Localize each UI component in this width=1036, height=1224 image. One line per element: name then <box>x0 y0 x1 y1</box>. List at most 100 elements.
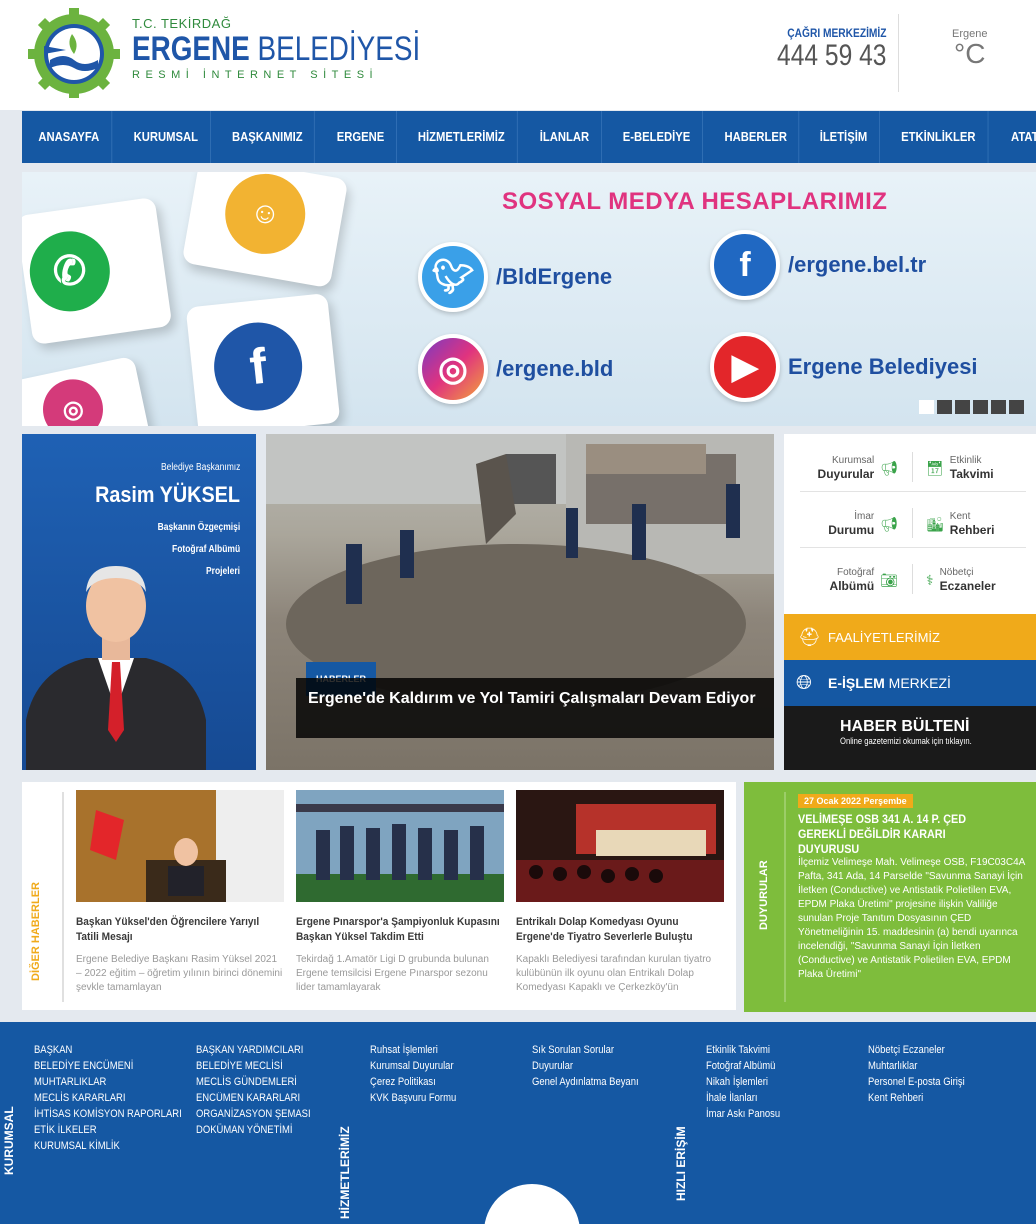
footer-link[interactable]: BELEDİYE MECLİSİ <box>196 1058 311 1074</box>
footer-link[interactable]: MECLİS GÜNDEMLERİ <box>196 1074 311 1090</box>
quick-link[interactable]: Fotoğraf Albümü 📷︎ <box>800 562 904 598</box>
whatsapp-icon: ✆ <box>24 226 115 317</box>
footer-link[interactable]: İHTİSAS KOMİSYON RAPORLARI <box>34 1106 182 1122</box>
call-center: ÇAĞRI MERKEZİMİZ 444 59 43 <box>753 26 886 72</box>
site-header: T.C. TEKİRDAĞ ERGENE BELEDİYESİ RESMİ İN… <box>0 0 1036 110</box>
footer-link[interactable]: Fotoğraf Albümü <box>706 1058 780 1074</box>
footer-link[interactable]: Çerez Politikası <box>370 1074 456 1090</box>
footer-link[interactable]: BAŞKAN <box>34 1042 182 1058</box>
featured-news[interactable]: HABERLER Ergene'de Kaldırım ve Yol Tamir… <box>266 434 774 770</box>
megaphone-icon: 📢︎ <box>880 459 898 476</box>
mayor-panel: Belediye Başkanımız Rasim YÜKSEL Başkanı… <box>22 434 256 770</box>
nav-item[interactable]: İLANLAR <box>528 111 602 163</box>
activities-button[interactable]: ⛑ FAALİYETLERİMİZ <box>784 614 1036 660</box>
featured-news-caption[interactable]: Ergene'de Kaldırım ve Yol Tamiri Çalışma… <box>296 678 774 738</box>
quick-link-bottom: Takvimi <box>949 467 994 481</box>
footer-link[interactable]: İmar Askı Panosu <box>706 1106 780 1122</box>
e-services-label-light: MERKEZİ <box>888 675 951 691</box>
news-card[interactable]: Entrikalı Dolap Komedyası Oyunu Ergene'd… <box>516 790 724 995</box>
nav-item[interactable]: ATATÜRK EVİ <box>999 111 1036 163</box>
news-card-title[interactable]: Ergene Pınarspor'a Şampiyonluk Kupasını … <box>296 915 503 949</box>
newsletter-title: HABER BÜLTENİ <box>840 718 970 735</box>
news-card-summary: Kapaklı Belediyesi tarafından kurulan ti… <box>516 954 712 993</box>
slider-dot[interactable] <box>955 400 970 414</box>
weather-widget: Ergene °C <box>952 28 987 68</box>
youtube-link[interactable]: ▶ Ergene Belediyesi <box>710 332 978 402</box>
mayor-projects-link[interactable]: Projeleri <box>206 566 240 577</box>
footer-link[interactable]: ORGANİZASYON ŞEMASI <box>196 1106 311 1122</box>
nav-item[interactable]: E-BELEDİYE <box>611 111 703 163</box>
nav-item[interactable]: ETKİNLİKLER <box>890 111 989 163</box>
footer-column-services-1: Ruhsat İşlemleri Kurumsal Duyurular Çerez … <box>370 1042 470 1106</box>
quick-links-row: Kurumsal Duyurular 📢︎ 📅︎ Etkinlik Takvimi <box>800 442 1026 492</box>
nav-item[interactable]: KURUMSAL <box>122 111 211 163</box>
quick-links-row: Fotoğraf Albümü 📷︎ ⚕ Nöbetçi Eczaneler <box>800 554 1026 604</box>
footer-link[interactable]: MECLİS KARARLARI <box>34 1090 182 1106</box>
nav-item[interactable]: ERGENE <box>325 111 397 163</box>
slider-dot[interactable] <box>991 400 1006 414</box>
footer-link[interactable]: ENCÜMEN KARARLARI <box>196 1090 311 1106</box>
nav-item[interactable]: İLETİŞİM <box>808 111 881 163</box>
footer-link[interactable]: Sık Sorulan Sorular <box>532 1042 639 1058</box>
e-services-button[interactable]: 🌐︎ E-İŞLEM MERKEZİ <box>784 660 1036 706</box>
other-news-label: DİĞER HABERLER <box>30 881 42 981</box>
slider-dot[interactable] <box>937 400 952 414</box>
instagram-link[interactable]: ◎ /ergene.bld <box>418 334 613 404</box>
social-media-banner[interactable]: ✆ ☺ f ◎ SOSYAL MEDYA HESAPLARIMIZ 🐦︎ /Bl… <box>22 172 1036 426</box>
news-card-title[interactable]: Entrikalı Dolap Komedyası Oyunu Ergene'd… <box>516 915 723 949</box>
slider-dot[interactable] <box>973 400 988 414</box>
news-card[interactable]: Ergene Pınarspor'a Şampiyonluk Kupasını … <box>296 790 504 995</box>
footer-link[interactable]: Personel E-posta Girişi <box>868 1074 965 1090</box>
quick-link[interactable]: 📅︎ Etkinlik Takvimi <box>920 450 1030 486</box>
nav-item[interactable]: ANASAYFA <box>27 111 112 163</box>
footer-link[interactable]: Muhtarlıklar <box>868 1058 965 1074</box>
news-card-summary: Tekirdağ 1.Amatör Ligi D grubunda buluna… <box>296 954 489 993</box>
announcement-body: İlçemiz Velimeşe Mah. Velimeşe OSB, F19C… <box>798 857 1025 980</box>
quick-link[interactable]: ⚕ Nöbetçi Eczaneler <box>920 562 1030 598</box>
call-center-number: 444 59 43 <box>776 39 886 72</box>
logo-tagline: RESMİ İNTERNET SİTESİ <box>132 69 379 81</box>
slider-dot[interactable] <box>1009 400 1024 414</box>
whatsapp-cube: ✆ <box>22 196 173 346</box>
footer-link[interactable]: KURUMSAL KİMLİK <box>34 1138 182 1154</box>
footer-link[interactable]: Nöbetçi Eczaneler <box>868 1042 965 1058</box>
footer-link[interactable]: Etkinlik Takvimi <box>706 1042 780 1058</box>
news-card-title[interactable]: Başkan Yüksel'den Öğrencilere Yarıyıl Ta… <box>76 915 283 949</box>
quick-links-separator <box>912 452 913 482</box>
quick-link[interactable]: Kurumsal Duyurular 📢︎ <box>800 450 904 486</box>
footer-column-services-2: Sık Sorulan Sorular Duyurular Genel Aydınl… <box>532 1042 656 1090</box>
footer-link[interactable]: KVK Başvuru Formu <box>370 1090 456 1106</box>
nav-item[interactable]: HABERLER <box>713 111 800 163</box>
footer-link[interactable]: Ruhsat İşlemleri <box>370 1042 456 1058</box>
footer-link[interactable]: MUHTARLIKLAR <box>34 1074 182 1090</box>
logo-subtitle: T.C. TEKİRDAĞ <box>132 16 232 31</box>
nav-item[interactable]: HİZMETLERİMİZ <box>407 111 518 163</box>
quick-link[interactable]: İmar Durumu 📢︎ <box>800 506 904 542</box>
footer-link[interactable]: DOKÜMAN YÖNETİMİ <box>196 1122 311 1138</box>
footer-link[interactable]: ETİK İLKELER <box>34 1122 182 1138</box>
city-icon: 🏙︎ <box>926 515 944 532</box>
twitter-link[interactable]: 🐦︎ /BldErgene <box>418 242 612 312</box>
nav-item[interactable]: BAŞKANIMIZ <box>220 111 316 163</box>
footer-link[interactable]: BAŞKAN YARDIMCILARI <box>196 1042 311 1058</box>
announcement-title[interactable]: VELİMEŞE OSB 341 A. 14 P. ÇED GEREKLİ DE… <box>798 812 1005 857</box>
quick-link-top: Fotoğraf <box>836 567 875 578</box>
footer-link[interactable]: Kurumsal Duyurular <box>370 1058 456 1074</box>
quick-link-bottom: Albümü <box>829 579 875 593</box>
logo-title[interactable]: ERGENE BELEDİYESİ <box>132 32 420 66</box>
mayor-name[interactable]: Rasim YÜKSEL <box>95 482 240 508</box>
footer-link[interactable]: İhale İlanları <box>706 1090 780 1106</box>
quick-link[interactable]: 🏙︎ Kent Rehberi <box>920 506 1030 542</box>
slider-dot[interactable] <box>919 400 934 414</box>
newsletter-button[interactable]: HABER BÜLTENİ Online gazetemizi okumak i… <box>784 706 1036 770</box>
footer-link[interactable]: Kent Rehberi <box>868 1090 965 1106</box>
facebook-cube-icon: f <box>209 318 307 415</box>
footer-link[interactable]: Duyurular <box>532 1058 639 1074</box>
slider-dots <box>919 400 1024 414</box>
municipality-logo-icon[interactable] <box>22 8 126 98</box>
news-card[interactable]: Başkan Yüksel'den Öğrencilere Yarıyıl Ta… <box>76 790 284 995</box>
facebook-link[interactable]: f /ergene.bel.tr <box>710 230 926 300</box>
footer-link[interactable]: Nikah İşlemleri <box>706 1074 780 1090</box>
footer-link[interactable]: BELEDİYE ENCÜMENİ <box>34 1058 182 1074</box>
footer-link[interactable]: Genel Aydınlatma Beyanı <box>532 1074 639 1090</box>
